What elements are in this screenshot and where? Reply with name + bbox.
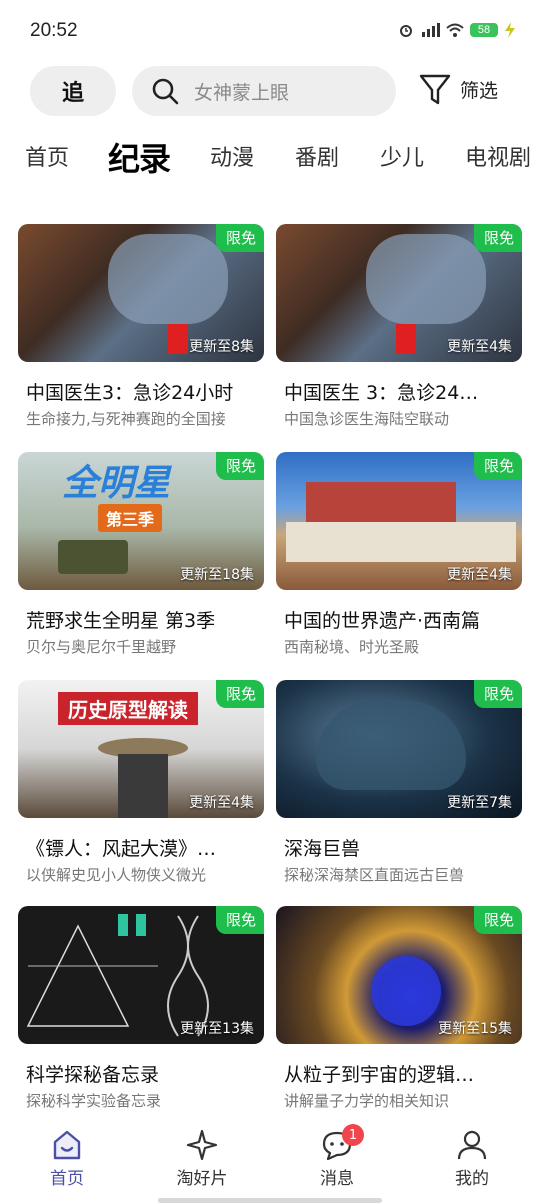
home-indicator[interactable] (158, 1198, 382, 1203)
video-subtitle: 西南秘境、时光圣殿 (284, 638, 420, 656)
profile-icon (457, 1130, 487, 1160)
video-card[interactable]: 全明星 第三季 限免 更新至18集 荒野求生全明星 第3季 贝尔与奥尼尔千里越野 (18, 452, 264, 658)
video-subtitle: 探秘深海禁区直面远古巨兽 (284, 866, 465, 884)
video-title: 中国的世界遗产·西南篇 (284, 610, 481, 632)
video-title: 中国医生3：急诊24小时 (26, 382, 234, 404)
nav-label: 淘好片 (176, 1169, 228, 1189)
charging-icon (505, 22, 515, 38)
episode-count: 更新至4集 (189, 795, 254, 811)
video-card[interactable]: 限免 更新至13集 科学探秘备忘录 探秘科学实验备忘录 (18, 906, 264, 1112)
free-badge: 限免 (473, 680, 522, 708)
free-badge: 限免 (473, 906, 522, 934)
free-badge: 限免 (215, 452, 264, 480)
status-bar: 20:52 58 (0, 0, 540, 60)
sparkle-icon (186, 1129, 218, 1161)
video-card[interactable]: 限免 更新至4集 中国医生 3：急诊24… 中国急诊医生海陆空联动 (276, 224, 522, 430)
alarm-icon (400, 25, 412, 37)
video-subtitle: 探秘科学实验备忘录 (26, 1092, 162, 1110)
nav-label: 首页 (50, 1169, 84, 1189)
video-subtitle: 中国急诊医生海陆空联动 (284, 410, 450, 428)
video-card[interactable]: 历史原型解读 限免 更新至4集 《镖人：风起大漠》… 以侠解史见小人物侠义微光 (18, 680, 264, 886)
tab-documentary[interactable]: 纪录 (108, 134, 171, 180)
episode-count: 更新至4集 (447, 567, 512, 583)
video-thumbnail: 限免 更新至13集 (18, 906, 264, 1044)
free-badge: 限免 (473, 452, 522, 480)
follow-button[interactable]: 追 (30, 66, 116, 116)
episode-count: 更新至13集 (180, 1021, 254, 1037)
video-card[interactable]: 限免 更新至7集 深海巨兽 探秘深海禁区直面远古巨兽 (276, 680, 522, 886)
free-badge: 限免 (473, 224, 522, 252)
video-card[interactable]: 限免 更新至4集 中国的世界遗产·西南篇 西南秘境、时光圣殿 (276, 452, 522, 658)
episode-count: 更新至18集 (180, 567, 254, 583)
video-title: 从粒子到宇宙的逻辑… (284, 1064, 475, 1086)
episode-count: 更新至15集 (438, 1021, 512, 1037)
video-thumbnail: 限免 更新至4集 (276, 224, 522, 362)
free-badge: 限免 (215, 224, 264, 252)
tab-anime[interactable]: 动漫 (210, 140, 254, 172)
filter-button[interactable]: 筛选 (418, 72, 498, 106)
video-thumbnail: 全明星 第三季 限免 更新至18集 (18, 452, 264, 590)
video-subtitle: 贝尔与奥尼尔千里越野 (26, 638, 177, 656)
nav-profile[interactable]: 我的 (427, 1128, 517, 1189)
video-thumbnail: 限免 更新至15集 (276, 906, 522, 1044)
top-bar: 追 女神蒙上眼 筛选 (0, 64, 540, 120)
video-thumbnail: 限免 更新至4集 (276, 452, 522, 590)
video-title: 深海巨兽 (284, 838, 361, 860)
video-subtitle: 讲解量子力学的相关知识 (284, 1092, 450, 1110)
filter-icon (419, 74, 451, 105)
video-subtitle: 以侠解史见小人物侠义微光 (26, 866, 207, 884)
search-placeholder: 女神蒙上眼 (194, 81, 290, 104)
unread-badge: 1 (342, 1124, 364, 1146)
video-thumbnail: 限免 更新至8集 (18, 224, 264, 362)
status-icons: 58 (398, 22, 516, 38)
thumbnail-overlay-text: 历史原型解读 (58, 692, 198, 725)
episode-count: 更新至4集 (447, 339, 512, 355)
episode-count: 更新至8集 (189, 339, 254, 355)
battery-icon: 58 (470, 23, 498, 37)
thumbnail-overlay-text: 全明星 (62, 463, 171, 504)
video-subtitle: 生命接力,与死神赛跑的全国接 (26, 410, 226, 428)
free-badge: 限免 (215, 680, 264, 708)
nav-label: 消息 (320, 1169, 354, 1189)
video-title: 中国医生 3：急诊24… (284, 382, 479, 404)
video-card[interactable]: 限免 更新至15集 从粒子到宇宙的逻辑… 讲解量子力学的相关知识 (276, 906, 522, 1112)
category-tabs: 首页 纪录 动漫 番剧 少儿 电视剧 (0, 140, 540, 186)
free-badge: 限免 (215, 906, 264, 934)
nav-messages[interactable]: 消息 1 (292, 1124, 382, 1189)
tab-home[interactable]: 首页 (25, 140, 69, 172)
filter-label: 筛选 (460, 79, 499, 102)
search-bar[interactable]: 女神蒙上眼 (132, 66, 396, 116)
nav-home[interactable]: 首页 (22, 1128, 112, 1189)
thumbnail-overlay-text: 第三季 (98, 504, 163, 532)
video-card[interactable]: 限免 更新至8集 中国医生3：急诊24小时 生命接力,与死神赛跑的全国接 (18, 224, 264, 430)
tab-kids[interactable]: 少儿 (380, 140, 424, 172)
nav-discover[interactable]: 淘好片 (157, 1128, 247, 1189)
tab-tv-drama[interactable]: 电视剧 (465, 140, 531, 172)
tab-series[interactable]: 番剧 (295, 140, 339, 172)
nav-label: 我的 (455, 1169, 489, 1189)
status-time: 20:52 (30, 20, 78, 41)
home-icon (53, 1130, 81, 1160)
wifi-icon (446, 23, 464, 37)
search-icon (152, 78, 179, 105)
video-title: 科学探秘备忘录 (26, 1064, 160, 1086)
video-thumbnail: 历史原型解读 限免 更新至4集 (18, 680, 264, 818)
video-title: 《镖人：风起大漠》… (26, 838, 217, 860)
video-title: 荒野求生全明星 第3季 (26, 610, 216, 632)
video-thumbnail: 限免 更新至7集 (276, 680, 522, 818)
bottom-nav: 首页 淘好片 消息 1 我的 (0, 1118, 540, 1204)
episode-count: 更新至7集 (447, 795, 512, 811)
signal-icon (422, 23, 440, 37)
